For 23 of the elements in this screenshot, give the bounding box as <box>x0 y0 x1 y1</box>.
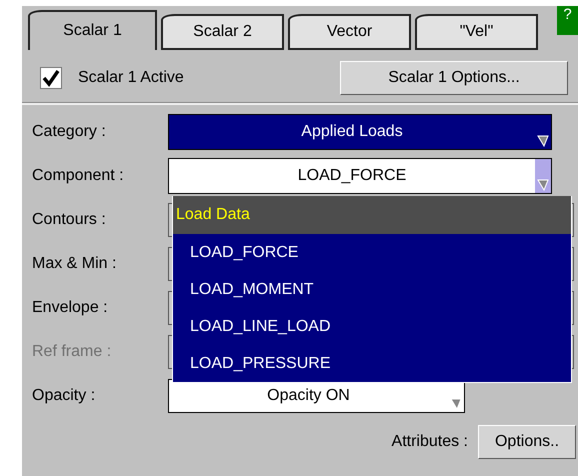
field-label: Opacity : <box>32 387 96 405</box>
tab[interactable]: "Vel" <box>415 14 538 50</box>
dropdown-field[interactable]: Applied Loads <box>168 114 552 150</box>
menu-header: Load Data <box>173 196 571 234</box>
field-label: Max & Min : <box>32 255 118 273</box>
attributes-label: Attributes : <box>392 433 468 451</box>
field-label: Category : <box>32 123 107 141</box>
menu-item[interactable]: LOAD_FORCE <box>173 234 571 271</box>
options-button[interactable]: Options.. <box>478 425 576 459</box>
tab[interactable]: Scalar 2 <box>161 14 284 50</box>
field-label: Contours : <box>32 211 107 229</box>
field-label: Envelope : <box>32 299 109 317</box>
tab[interactable]: Scalar 1 <box>28 10 157 50</box>
help-button[interactable]: ? <box>557 6 578 35</box>
options-button[interactable]: Scalar 1 Options... <box>340 61 568 95</box>
checkbox-label: Scalar 1 Active <box>78 69 184 87</box>
menu-item[interactable]: LOAD_LINE_LOAD <box>173 308 571 345</box>
dropdown-field[interactable]: LOAD_FORCE <box>168 158 552 194</box>
tab[interactable]: Vector <box>288 14 411 50</box>
field-label: Component : <box>32 167 125 185</box>
field-label: Ref frame : <box>32 343 112 361</box>
menu-item[interactable]: LOAD_PRESSURE <box>173 345 571 382</box>
menu-item[interactable]: LOAD_MOMENT <box>173 271 571 308</box>
